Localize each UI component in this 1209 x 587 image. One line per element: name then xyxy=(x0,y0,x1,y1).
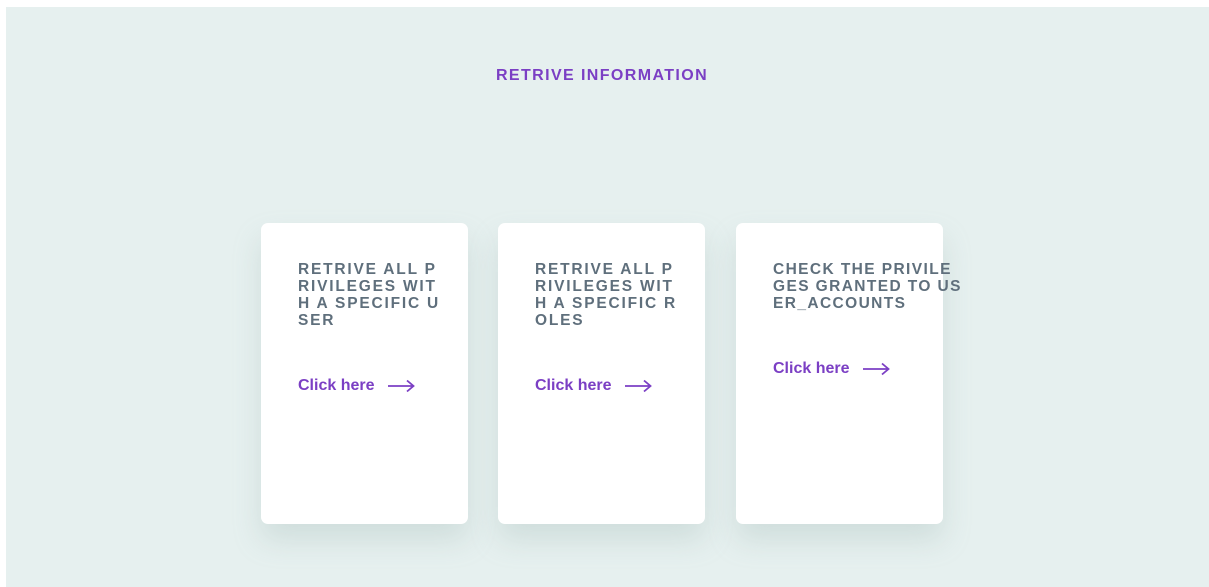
arrow-right-icon xyxy=(863,362,891,376)
link-label: Click here xyxy=(298,377,375,394)
page-title: RETRIVE INFORMATION xyxy=(495,67,709,84)
card-heading: RETRIVE ALL PRIVILEGES WITH A SPECIFIC R… xyxy=(535,261,678,329)
arrow-right-icon xyxy=(625,379,653,393)
click-here-link[interactable]: Click here xyxy=(773,360,891,378)
link-label: Click here xyxy=(535,377,612,394)
click-here-link[interactable]: Click here xyxy=(535,377,653,395)
click-here-link[interactable]: Click here xyxy=(298,377,416,395)
card-role-privileges: RETRIVE ALL PRIVILEGES WITH A SPECIFIC R… xyxy=(498,223,705,524)
arrow-right-icon xyxy=(388,379,416,393)
card-user-privileges: RETRIVE ALL PRIVILEGES WITH A SPECIFIC U… xyxy=(261,223,468,524)
link-label: Click here xyxy=(773,360,850,377)
page-background: RETRIVE INFORMATION RETRIVE ALL PRIVILEG… xyxy=(6,7,1209,587)
card-heading: RETRIVE ALL PRIVILEGES WITH A SPECIFIC U… xyxy=(298,261,441,329)
card-heading: CHECK THE PRIVILEGES GRANTED TO USER_ACC… xyxy=(773,261,962,312)
card-granted-privileges: CHECK THE PRIVILEGES GRANTED TO USER_ACC… xyxy=(736,223,960,524)
